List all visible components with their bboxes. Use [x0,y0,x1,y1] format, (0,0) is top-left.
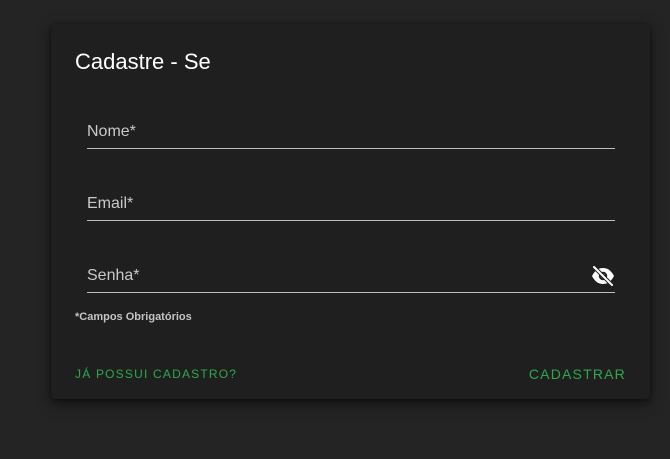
already-registered-button[interactable]: JÁ POSSUI CADASTRO? [75,367,237,381]
password-input[interactable] [87,262,577,292]
required-fields-note: *Campos Obrigatórios [75,311,192,323]
signup-card: Cadastre - Se Nome* Email* Senha* *Campo… [51,24,650,399]
email-field[interactable]: Email* [87,190,615,221]
form-title: Cadastre - Se [75,49,211,74]
password-field[interactable]: Senha* [87,262,615,293]
password-visibility-toggle[interactable] [591,265,615,287]
email-input[interactable] [87,190,615,220]
eye-off-icon [592,266,614,286]
name-field[interactable]: Nome* [87,118,615,149]
register-button[interactable]: CADASTRAR [529,366,626,382]
name-input[interactable] [87,118,615,148]
